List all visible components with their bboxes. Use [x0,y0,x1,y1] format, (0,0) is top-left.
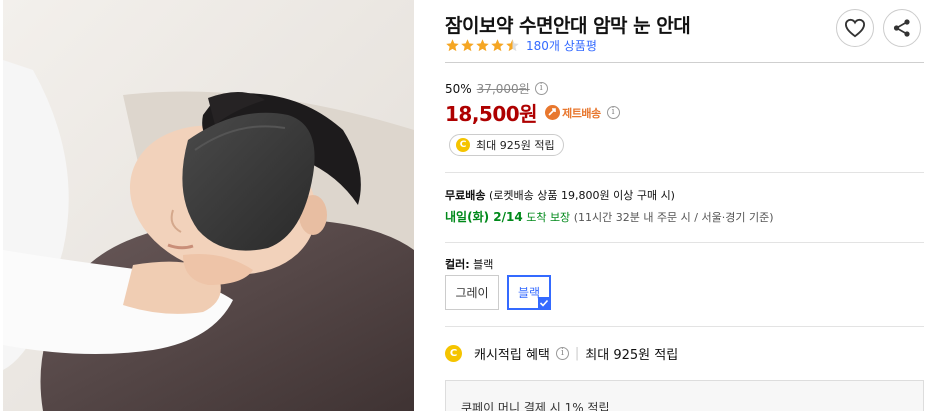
coupay-text: 쿠페이 머니 결제 시 1% 적립 [461,401,610,411]
divider [445,172,924,173]
free-shipping-label: 무료배송 [445,189,486,202]
cash-coin-icon: C [445,345,462,362]
cash-benefit-label: 캐시적립 혜택 [474,348,550,363]
wishlist-button[interactable] [836,9,874,47]
star-icon [491,38,504,51]
heart-icon [844,18,866,38]
product-info-panel: 잠이보약 수면안대 암막 눈 안대 180개 상품평 50% 37,000원 i… [445,0,925,411]
arrival-guarantee: 도착 보장 [526,211,571,224]
review-count-link[interactable]: 180개 상품평 [526,37,597,54]
divider [445,242,924,243]
option-black-label: 블랙 [517,286,541,300]
arrival-info: 내일(화) 2/14 도착 보장 (11시간 32분 내 주문 시 / 서울·경… [445,208,774,225]
discount-row: 50% 37,000원 i [445,80,548,97]
info-icon[interactable]: i [555,347,569,360]
cash-reward-chip: C 최대 925원 적립 [449,134,564,156]
cash-reward-text: 최대 925원 적립 [476,139,555,152]
divider [445,62,924,63]
sale-price: 18,500원 [445,102,538,126]
discount-rate: 50% [445,81,472,96]
rocket-delivery-icon [545,105,561,120]
price-row: 18,500원 제트배송 i [445,98,620,127]
option-gray-button[interactable]: 그레이 [445,275,499,310]
checkmark-icon [538,297,550,309]
option-selected-value: 블랙 [473,258,494,271]
star-icon [446,38,459,51]
separator: | [574,346,580,361]
original-price: 37,000원 [476,82,530,96]
product-title: 잠이보약 수면안대 암막 눈 안대 [445,15,691,37]
rocket-delivery-label: 제트배송 [562,106,601,120]
divider [445,326,924,327]
rating-row[interactable]: 180개 상품평 [445,37,597,53]
info-icon[interactable]: i [534,82,548,95]
option-label-title: 컬러 [445,258,466,271]
shipping-condition: (로켓배송 상품 19,800원 이상 구매 시) [488,189,675,202]
rocket-delivery-badge: 제트배송 [545,105,601,121]
product-image [3,0,414,411]
arrival-date: 내일(화) 2/14 [445,210,523,224]
star-icon [461,38,474,51]
star-icon [506,38,519,51]
share-icon [893,19,910,37]
coupay-benefit-box: 쿠페이 머니 결제 시 1% 적립 [445,380,924,411]
arrival-detail: (11시간 32분 내 주문 시 / 서울·경기 기준) [573,211,774,224]
option-black-button[interactable]: 블랙 [507,275,551,310]
option-label: 컬러: 블랙 [445,258,494,271]
cash-benefit-max: 최대 925원 적립 [585,348,679,363]
cash-benefit-row: C 캐시적립 혜택 i | 최대 925원 적립 [445,344,678,363]
rating-stars [445,38,520,53]
info-icon[interactable]: i [606,106,620,119]
shipping-info: 무료배송 (로켓배송 상품 19,800원 이상 구매 시) [445,187,675,203]
cash-coin-icon: C [456,138,470,152]
star-icon [476,38,489,51]
share-button[interactable] [883,9,921,47]
